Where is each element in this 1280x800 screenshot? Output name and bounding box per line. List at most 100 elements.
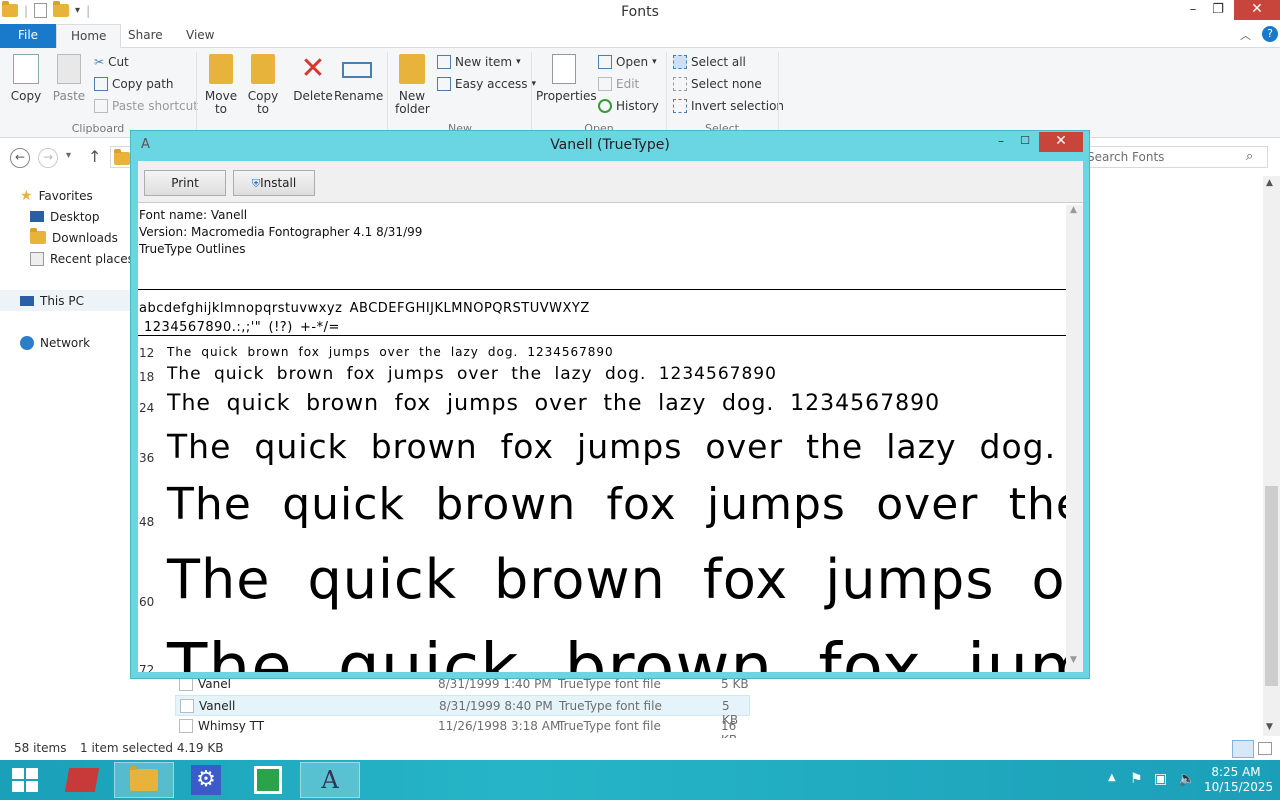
pdf-app-icon [64,768,100,792]
dialog-close-button[interactable]: ✕ [1039,132,1083,152]
taskbar-app-pdf[interactable] [52,762,112,798]
table-row[interactable]: Vanell 8/31/1999 8:40 PM TrueType font f… [175,695,750,727]
taskbar-app-explorer[interactable] [114,762,174,798]
explorer-scrollbar[interactable]: ▲ ▼ [1263,176,1280,736]
easy-access-icon [437,77,451,91]
scroll-up-icon[interactable]: ▲ [1266,178,1273,188]
tab-home[interactable]: Home [56,24,122,49]
network-status-icon[interactable]: ▣ [1154,771,1167,787]
shield-icon: ⛨ [251,177,261,190]
scrollbar-thumb[interactable] [1265,486,1278,686]
easy-access-button[interactable]: Easy access ▾ [437,74,536,94]
scroll-up-icon[interactable]: ▲ [1070,205,1077,215]
install-button[interactable]: ⛨Install [233,170,315,196]
start-button[interactable] [12,768,38,792]
forward-button[interactable]: → [38,148,58,168]
nav-downloads[interactable]: Downloads [30,227,118,248]
recent-locations-icon[interactable]: ▾ [66,150,71,161]
explorer-title-bar: | ▾ | Fonts – ❐ ✕ [0,0,1280,24]
edit-button[interactable]: Edit [598,74,639,94]
tab-share[interactable]: Share [114,24,177,48]
new-item-button[interactable]: New item ▾ [437,52,521,72]
size-label-36: 36 [139,451,155,465]
copy-to-icon [251,54,275,84]
copy-path-icon [94,77,108,91]
properties-big-icon [552,54,576,84]
taskbar-app-store[interactable] [238,762,298,798]
copy-button[interactable]: Copy [6,54,46,103]
font-viewer-icon: A [321,766,339,794]
preview-scrollbar[interactable]: ▲ ▼ [1066,205,1083,672]
copy-to-button[interactable]: Copy to [245,54,281,116]
dialog-title: Vanell (TrueType) [550,137,670,153]
paste-shortcut-icon [94,99,108,113]
size-label-60: 60 [139,595,155,609]
dialog-body: Print ⛨Install Font name: Vanell Version… [138,161,1083,672]
large-icons-view-icon[interactable] [1258,742,1272,755]
close-button[interactable]: ✕ [1234,0,1280,20]
copy-path-button[interactable]: Copy path [94,74,174,94]
select-none-icon [673,77,687,91]
recent-places-icon [30,251,44,266]
scroll-down-icon[interactable]: ▼ [1266,722,1273,732]
downloads-icon [30,228,46,244]
search-icon: ⌕ [1246,149,1254,164]
folder-icon [114,149,130,165]
search-input[interactable]: Search Fonts [1082,146,1268,168]
sample-36: The quick brown fox jumps over the lazy … [167,427,1057,466]
nav-network[interactable]: Network [20,332,90,353]
print-button[interactable]: Print [144,170,226,196]
scroll-down-icon[interactable]: ▼ [1070,655,1077,665]
cut-button[interactable]: ✂ Cut [94,52,129,72]
up-arrow-icon[interactable]: ↑ [88,147,101,166]
file-explorer-icon [130,766,158,791]
paste-button[interactable]: Paste [50,54,88,103]
nav-recent-places[interactable]: Recent places [30,248,134,269]
window-title: Fonts [621,4,659,20]
rename-button[interactable]: Rename [334,54,383,103]
open-button[interactable]: Open ▾ [598,52,657,72]
font-version: Version: Macromedia Fontographer 4.1 8/3… [139,225,423,239]
back-button[interactable]: ← [10,148,30,168]
select-none-button[interactable]: Select none [673,74,762,94]
tab-view[interactable]: View [172,24,228,48]
sample-12: The quick brown fox jumps over the lazy … [167,345,614,359]
maximize-button[interactable]: ❐ [1203,0,1233,22]
size-label-18: 18 [139,370,155,384]
sample-18: The quick brown fox jumps over the lazy … [167,364,777,384]
nav-desktop[interactable]: Desktop [30,206,100,227]
tab-file[interactable]: File [0,24,56,48]
volume-muted-icon[interactable]: 🔈 [1178,771,1195,787]
table-row[interactable]: Whimsy TT 11/26/1998 3:18 AM TrueType fo… [175,716,750,747]
history-button[interactable]: History [598,96,659,116]
action-center-flag-icon[interactable]: ⚑ [1130,771,1143,787]
nav-favorites[interactable]: ★ Favorites [20,185,93,206]
invert-selection-button[interactable]: Invert selection [673,96,784,116]
clock[interactable]: 8:25 AM 10/15/2025 [1204,765,1273,795]
font-file-icon [179,719,193,733]
move-to-button[interactable]: Move to [203,54,239,116]
chevron-up-icon[interactable]: ︿ [1240,27,1251,43]
taskbar-app-font-viewer[interactable]: A [300,762,360,798]
select-all-button[interactable]: Select all [673,52,746,72]
paste-shortcut-button[interactable]: Paste shortcut [94,96,198,116]
nav-this-pc[interactable]: This PC [0,290,135,311]
sample-60: The quick brown fox jumps ov [167,548,1066,611]
font-preview-area: Font name: Vanell Version: Macromedia Fo… [138,205,1066,672]
show-hidden-icons-icon[interactable]: ▲ [1108,772,1116,783]
address-bar[interactable] [110,146,132,168]
dialog-minimize-button[interactable]: – [991,131,1011,153]
size-label-24: 24 [139,401,155,415]
new-folder-button[interactable]: New folder [392,54,432,116]
help-icon[interactable]: ? [1262,26,1278,42]
invert-selection-icon [673,99,687,113]
properties-button[interactable]: Properties [536,54,597,103]
delete-button[interactable]: ✕ Delete [292,54,334,103]
taskbar-app-settings[interactable]: ⚙ [176,762,236,798]
details-view-icon[interactable] [1232,740,1254,758]
star-icon: ★ [20,187,33,204]
ribbon-tabs: File Home Share View ︿ ? [0,24,1280,49]
clipboard-icon [57,54,81,84]
dialog-maximize-button[interactable]: ☐ [1015,131,1035,153]
desktop-icon [30,211,44,222]
